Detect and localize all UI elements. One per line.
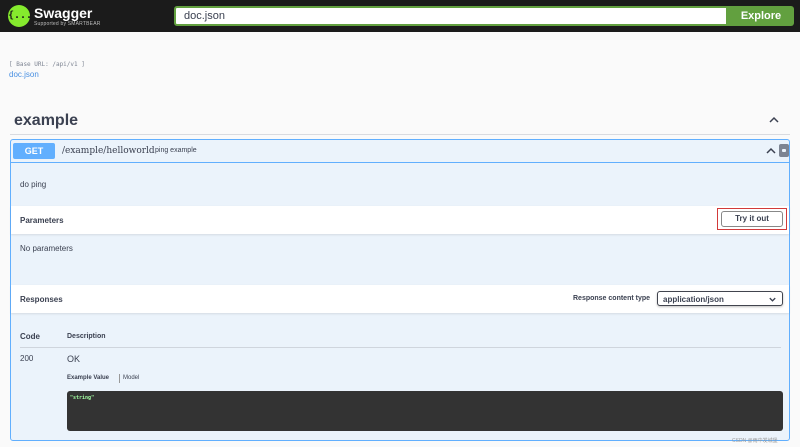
response-code: 200 [20,354,34,363]
tag-section-title[interactable]: example [14,112,78,130]
tab-model[interactable]: Model [123,375,139,381]
explore-button[interactable]: Explore [728,6,794,26]
base-url: [ Base URL: /api/v1 ] [9,61,85,68]
no-parameters-text: No parameters [20,244,73,253]
lock-icon[interactable] [779,144,789,157]
try-it-out-button[interactable]: Try it out [721,211,783,227]
example-value-code-block: "string" [67,391,783,431]
table-divider [20,347,781,348]
chevron-up-icon[interactable] [765,145,777,157]
method-badge: GET [13,143,55,159]
tab-example-value[interactable]: Example Value [67,375,109,381]
chevron-down-icon [769,297,776,302]
operation-path: /example/helloworld [62,146,155,156]
section-divider [10,134,790,135]
operation-description: do ping [20,180,47,189]
brand-title: Swagger [34,5,93,21]
spec-doc-link[interactable]: doc.json [9,70,39,79]
response-description: OK [67,354,81,364]
content-type-select[interactable]: application/json [657,291,783,306]
parameters-header: Parameters Try it out [11,206,789,234]
operation-summary-text: ping example [155,147,197,154]
column-header-code: Code [20,332,40,341]
content-type-value: application/json [663,295,724,304]
parameters-title: Parameters [20,216,64,225]
brand-subtitle: Supported by SMARTBEAR [34,21,101,27]
topbar: {...} Swagger Supported by SMARTBEAR Exp… [0,0,800,32]
example-value-text: "string" [70,395,95,401]
spec-url-input[interactable] [174,6,728,26]
responses-title: Responses [20,295,63,304]
column-header-description: Description [67,333,106,340]
tab-separator [119,374,120,383]
operation-summary[interactable]: GET /example/helloworld ping example [11,140,789,163]
content-type-label: Response content type [573,295,651,302]
chevron-up-icon[interactable] [768,114,780,126]
swagger-logo-icon: {...} [8,5,38,27]
operation-block: GET /example/helloworld ping example do … [10,139,790,441]
watermark: CSDN @雨中发城堡 [732,438,778,444]
responses-header: Responses Response content type applicat… [11,285,789,313]
